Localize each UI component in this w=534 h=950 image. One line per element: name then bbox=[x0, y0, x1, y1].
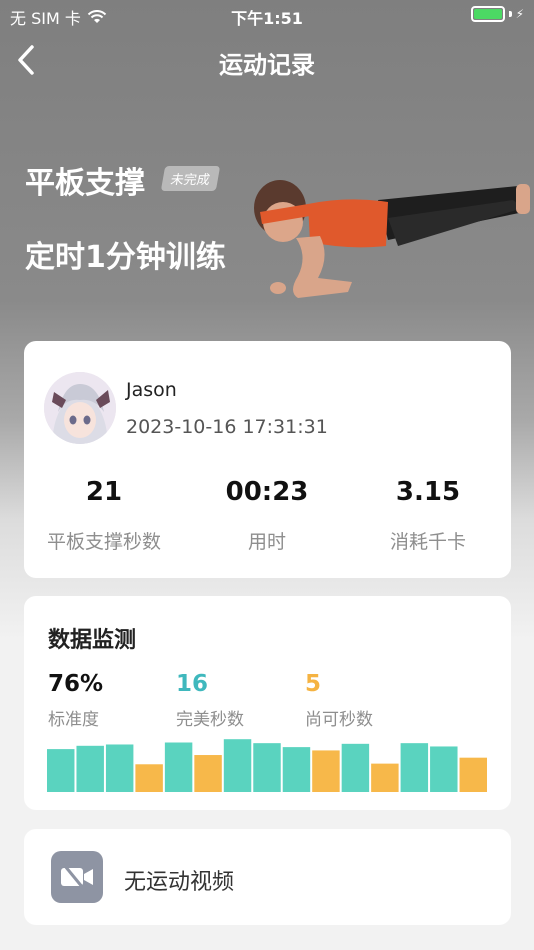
bar-perfect bbox=[253, 743, 281, 792]
seconds-bar-chart bbox=[47, 739, 487, 792]
video-card[interactable]: 无运动视频 bbox=[24, 829, 511, 925]
bar-perfect bbox=[223, 739, 252, 792]
status-bar: 无 SIM 卡 下午1:51 ⚡ bbox=[0, 0, 534, 30]
stat-plank-seconds: 21 平板支撑秒数 bbox=[24, 477, 184, 554]
exercise-description: 定时1分钟训练 bbox=[25, 240, 226, 275]
video-off-icon bbox=[51, 851, 103, 903]
bar-ok bbox=[135, 764, 163, 792]
exercise-name: 平板支撑 bbox=[25, 166, 145, 201]
metric-accuracy: 76% 标准度 bbox=[48, 671, 103, 730]
bar-ok bbox=[371, 763, 399, 792]
metric-value: 16 bbox=[176, 671, 209, 697]
status-time: 下午1:51 bbox=[231, 9, 303, 28]
avatar-image bbox=[44, 372, 116, 444]
bar-perfect bbox=[430, 746, 458, 792]
user-name: Jason bbox=[126, 379, 177, 401]
bar-perfect bbox=[47, 749, 75, 792]
bar-perfect bbox=[105, 744, 134, 792]
stat-label: 消耗千卡 bbox=[389, 531, 466, 553]
metric-ok-seconds: 5 尚可秒数 bbox=[305, 671, 373, 730]
bar-perfect bbox=[341, 743, 370, 792]
metric-value: 5 bbox=[305, 671, 322, 697]
stat-calories: 3.15 消耗千卡 bbox=[348, 477, 508, 554]
data-monitor-card: 数据监测 76% 标准度 16 完美秒数 5 尚可秒数 bbox=[24, 596, 511, 810]
stat-value: 21 bbox=[85, 477, 123, 507]
charging-bolt-icon: ⚡ bbox=[515, 7, 524, 21]
record-card: Jason 2023-10-16 17:31:31 21 平板支撑秒数 00:2… bbox=[24, 341, 511, 578]
bar-perfect bbox=[164, 742, 193, 792]
battery-fill bbox=[473, 9, 502, 19]
bar-perfect bbox=[76, 745, 104, 792]
page-title: 运动记录 bbox=[219, 51, 315, 79]
nav-bar: 运动记录 bbox=[0, 34, 534, 86]
battery-indicator: ⚡ bbox=[470, 6, 524, 22]
monitor-title: 数据监测 bbox=[48, 628, 137, 653]
metric-perfect-seconds: 16 完美秒数 bbox=[176, 671, 244, 730]
plank-illustration bbox=[254, 180, 530, 298]
status-badge: 未完成 bbox=[160, 166, 221, 191]
record-timestamp: 2023-10-16 17:31:31 bbox=[126, 416, 328, 438]
battery-icon bbox=[470, 6, 505, 22]
avatar[interactable] bbox=[44, 372, 116, 444]
stat-value: 00:23 bbox=[225, 477, 309, 507]
bar-ok bbox=[459, 757, 487, 792]
video-label: 无运动视频 bbox=[124, 870, 235, 895]
bar-ok bbox=[194, 755, 222, 792]
battery-tip bbox=[508, 11, 512, 17]
bar-perfect bbox=[282, 747, 311, 792]
stat-label: 用时 bbox=[247, 531, 286, 553]
stat-label: 平板支撑秒数 bbox=[46, 531, 161, 553]
bar-perfect bbox=[400, 743, 429, 792]
stat-duration: 00:23 用时 bbox=[187, 477, 347, 554]
stat-value: 3.15 bbox=[395, 477, 461, 507]
bar-ok bbox=[312, 750, 340, 792]
metric-value: 76% bbox=[48, 671, 104, 697]
